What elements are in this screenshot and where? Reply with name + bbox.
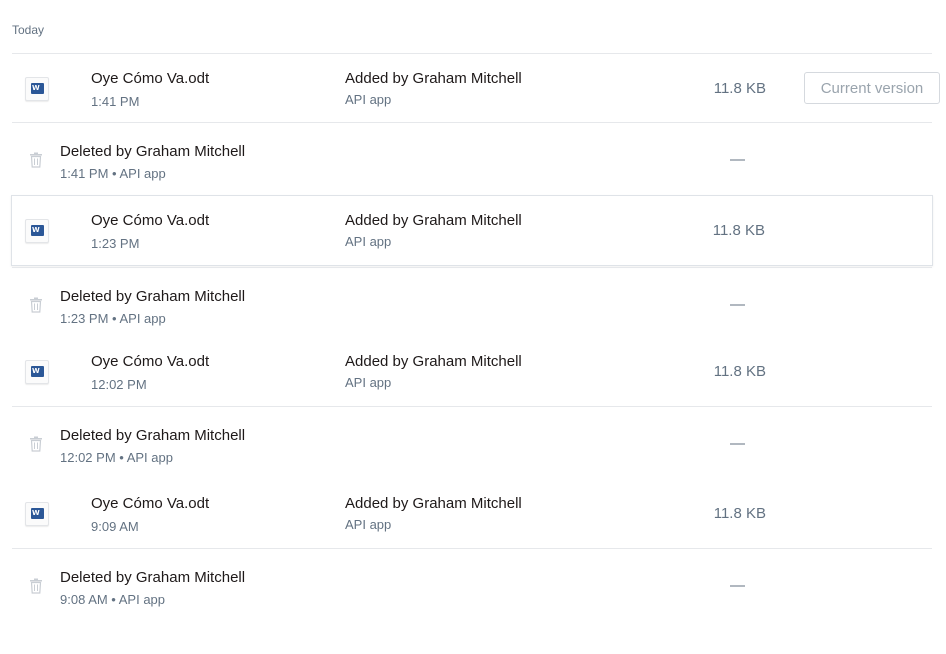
file-size: 11.8 KB [713, 363, 766, 380]
added-app: API app [345, 234, 392, 249]
added-by: Added by Graham Mitchell [345, 70, 522, 87]
version-row[interactable]: Oye Cómo Va.odt 1:41 PM Added by Graham … [12, 53, 940, 124]
file-time: 1:23 PM [91, 236, 140, 251]
added-app: API app [345, 375, 392, 390]
deleted-meta: 1:41 PM • API app [60, 166, 166, 181]
added-by: Added by Graham Mitchell [345, 353, 522, 370]
file-time: 9:09 AM [91, 519, 139, 534]
file-size: 11.8 KB [712, 222, 765, 239]
file-size: — [730, 151, 745, 168]
deleted-title: Deleted by Graham Mitchell [60, 288, 246, 305]
file-size: — [730, 577, 745, 594]
word-document-icon [25, 502, 49, 526]
file-time: 1:41 PM [91, 94, 140, 109]
deleted-row: Deleted by Graham Mitchell 9:08 AM • API… [12, 548, 932, 619]
deleted-row: Deleted by Graham Mitchell 1:41 PM • API… [12, 122, 932, 193]
section-header-today: Today [12, 23, 45, 37]
file-name[interactable]: Oye Cómo Va.odt [91, 212, 209, 229]
added-app: API app [345, 92, 392, 107]
version-row[interactable]: Oye Cómo Va.odt 12:02 PM Added by Graham… [12, 337, 932, 408]
current-version-button[interactable]: Current version [804, 72, 940, 104]
file-name[interactable]: Oye Cómo Va.odt [91, 495, 209, 512]
word-document-icon [25, 219, 49, 243]
deleted-title: Deleted by Graham Mitchell [60, 569, 246, 586]
deleted-meta: 1:23 PM • API app [60, 311, 166, 326]
deleted-meta: 9:08 AM • API app [60, 592, 166, 607]
deleted-row: Deleted by Graham Mitchell 1:23 PM • API… [12, 267, 932, 338]
trash-icon [30, 152, 42, 168]
file-size: 11.8 KB [713, 80, 766, 97]
file-size: — [730, 435, 745, 452]
added-app: API app [345, 517, 392, 532]
trash-icon [30, 436, 42, 452]
added-by: Added by Graham Mitchell [345, 212, 522, 229]
word-document-icon [25, 77, 49, 101]
word-document-icon [25, 360, 49, 384]
added-by: Added by Graham Mitchell [345, 495, 522, 512]
version-row[interactable]: Oye Cómo Va.odt 1:23 PM Added by Graham … [11, 195, 933, 266]
version-row[interactable]: Oye Cómo Va.odt 9:09 AM Added by Graham … [12, 479, 932, 550]
deleted-title: Deleted by Graham Mitchell [60, 143, 246, 160]
trash-icon [30, 297, 42, 313]
deleted-title: Deleted by Graham Mitchell [60, 427, 246, 444]
file-time: 12:02 PM [91, 377, 147, 392]
deleted-row: Deleted by Graham Mitchell 12:02 PM • AP… [12, 406, 932, 477]
file-name[interactable]: Oye Cómo Va.odt [91, 70, 209, 87]
deleted-meta: 12:02 PM • API app [60, 450, 173, 465]
file-name[interactable]: Oye Cómo Va.odt [91, 353, 209, 370]
trash-icon [30, 578, 42, 594]
file-size: 11.8 KB [713, 505, 766, 522]
file-size: — [730, 296, 745, 313]
